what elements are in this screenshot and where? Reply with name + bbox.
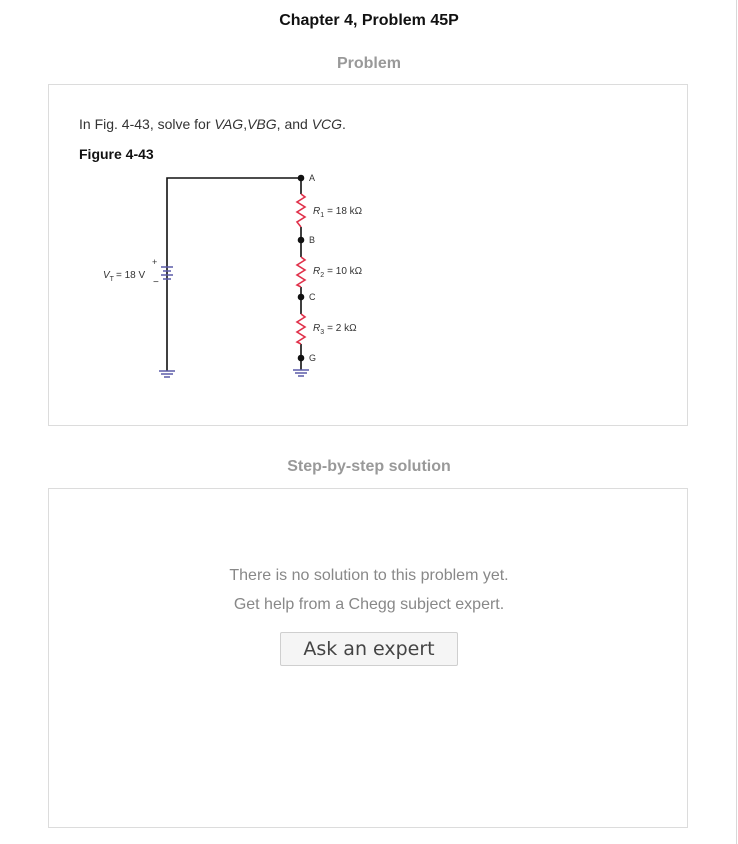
r2-label: R2 = 10 kΩ bbox=[313, 266, 363, 279]
ground-symbol-right bbox=[293, 369, 309, 377]
node-c-label: C bbox=[309, 292, 316, 302]
source-label: VT = 18 V bbox=[103, 270, 145, 283]
battery-plus: + bbox=[152, 257, 157, 267]
figure-label: Figure 4-43 bbox=[79, 146, 154, 162]
r3-label: R3 = 2 kΩ bbox=[313, 323, 357, 336]
page-title: Chapter 4, Problem 45P bbox=[279, 12, 459, 29]
solution-panel: There is no solution to this problem yet… bbox=[48, 488, 688, 828]
node-g-dot bbox=[297, 354, 305, 362]
no-solution-message: There is no solution to this problem yet… bbox=[229, 567, 509, 584]
page-edge-line bbox=[736, 0, 737, 844]
r1-label: R1 = 18 kΩ bbox=[313, 206, 363, 219]
node-a-dot bbox=[297, 174, 305, 182]
resistor-r2 bbox=[295, 256, 307, 288]
ask-expert-button[interactable]: Ask an expert bbox=[280, 632, 458, 666]
node-g-label: G bbox=[309, 353, 316, 363]
ground-symbol-left bbox=[159, 370, 175, 378]
problem-panel: In Fig. 4-43, solve for VAG,VBG, and VCG… bbox=[48, 84, 688, 426]
circuit-wires bbox=[166, 177, 302, 371]
problem-question: In Fig. 4-43, solve for VAG,VBG, and VCG… bbox=[79, 116, 346, 132]
circuit-diagram: + − VT = 18 V A B C G R1 = 18 kΩ R2 = 10 kΩ… bbox=[103, 173, 363, 378]
get-help-message: Get help from a Chegg subject expert. bbox=[233, 596, 505, 613]
node-a-label: A bbox=[309, 173, 315, 183]
node-b-label: B bbox=[309, 235, 315, 245]
resistor-r3 bbox=[295, 313, 307, 345]
battery-minus: − bbox=[153, 277, 159, 288]
problem-section-label: Problem bbox=[336, 55, 401, 72]
node-b-dot bbox=[297, 236, 305, 244]
node-c-dot bbox=[297, 293, 305, 301]
resistor-r1 bbox=[295, 193, 307, 228]
solution-section-label: Step-by-step solution bbox=[287, 458, 451, 475]
